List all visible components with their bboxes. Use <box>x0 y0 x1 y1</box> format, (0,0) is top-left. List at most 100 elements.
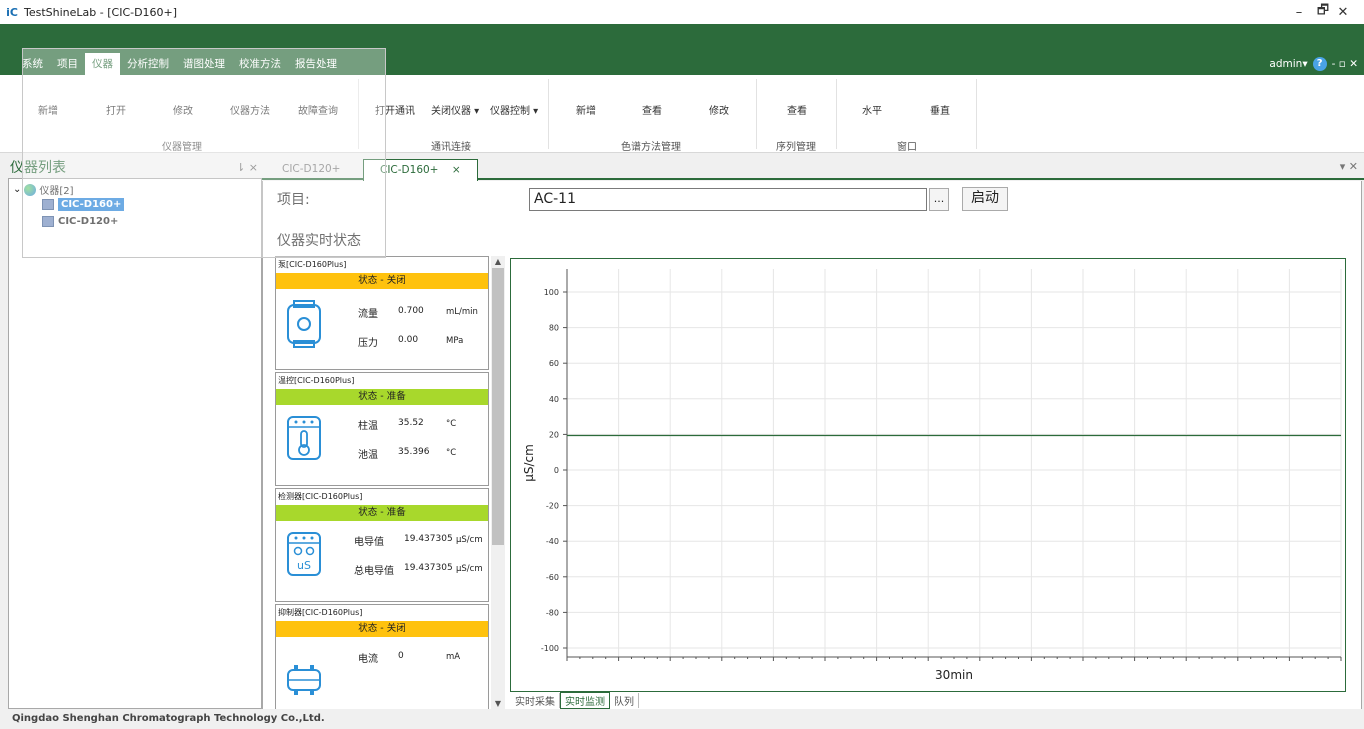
group-window: 窗口 <box>897 142 917 153</box>
close-button[interactable]: ✕ <box>1324 0 1362 24</box>
menu-tabs: 系统 项目 仪器 分析控制 谱图处理 校准方法 报告处理 <box>0 53 344 75</box>
title-bar: iC TestShineLab - [CIC-D160+] <box>0 0 1364 24</box>
row-label: 流量 <box>358 309 378 320</box>
y-tick-label: 100 <box>544 288 559 297</box>
row-value: 35.396 <box>398 447 430 457</box>
y-tick-label: -40 <box>546 537 559 546</box>
card-title: 温控[CIC-D160Plus] <box>278 376 355 385</box>
user-name: admin <box>1269 58 1303 70</box>
panel-header: 仪器列表 ⇂ × <box>8 156 262 178</box>
tab-instrument[interactable]: 仪器 <box>85 53 120 75</box>
fault-query-button[interactable]: 故障查询 <box>298 102 338 117</box>
tab-cic-d160[interactable]: CIC-D160+ × <box>363 159 478 181</box>
y-tick-label: -60 <box>546 573 559 582</box>
chevron-down-icon[interactable]: ⌄ <box>13 184 21 195</box>
thermometer-icon <box>287 416 321 460</box>
document-panel-controls[interactable]: ▾ ✕ <box>1340 160 1358 173</box>
row-label: 电导值 <box>354 537 384 548</box>
tree-item-cic-d160[interactable]: CIC-D160+ <box>42 198 125 211</box>
view-sequence-button[interactable]: 查看 <box>787 102 807 117</box>
y-tick-label: 20 <box>549 430 559 439</box>
instrument-view: 项目: AC-11 ... 启动 仪器实时状态 泵[CIC-D160Plus] … <box>262 181 1362 710</box>
tree-root[interactable]: ⌄ 仪器[2] <box>13 182 74 197</box>
user-area: admin▾ ? - ▫ ✕ <box>1269 53 1358 75</box>
status-bar: Qingdao Shenghan Chromatograph Technolog… <box>0 709 1364 729</box>
add-method-button[interactable]: 新增 <box>576 102 596 117</box>
group-chromatography-method: 色谱方法管理 <box>621 142 681 153</box>
tab-system[interactable]: 系统 <box>0 53 50 75</box>
row-unit: °C <box>446 419 457 429</box>
row-label: 总电导值 <box>354 566 394 577</box>
suppressor-icon <box>287 665 321 695</box>
document-tabs: CIC-D120+ CIC-D160+ × ▾ ✕ <box>262 156 1364 181</box>
group-sequence: 序列管理 <box>776 142 816 153</box>
scroll-up-icon[interactable]: ▲ <box>491 256 505 268</box>
scrollbar-thumb[interactable] <box>492 268 504 545</box>
instrument-icon <box>42 216 54 227</box>
tree-root-label: 仪器[2] <box>39 186 74 197</box>
tree-item-cic-d120[interactable]: CIC-D120+ <box>42 216 118 227</box>
tile-vertical-button[interactable]: 垂直 <box>930 102 950 117</box>
row-unit: °C <box>446 448 457 458</box>
help-icon[interactable]: ? <box>1312 57 1327 71</box>
open-connection-button[interactable]: 打开通讯 <box>375 102 415 117</box>
panel-pin-close[interactable]: ⇂ × <box>236 161 262 174</box>
status-badge: 状态 - 关闭 <box>276 273 488 289</box>
instrument-control-dropdown[interactable]: 仪器控制 ▾ <box>490 102 538 117</box>
close-tab-icon[interactable]: × <box>452 164 461 176</box>
status-badge: 状态 - 关闭 <box>276 621 488 637</box>
edit-method-button[interactable]: 修改 <box>709 102 729 117</box>
view-method-button[interactable]: 查看 <box>642 102 662 117</box>
row-value: 19.437305 <box>404 534 453 544</box>
tree-item-label: CIC-D160+ <box>58 198 125 211</box>
card-title: 泵[CIC-D160Plus] <box>278 260 347 269</box>
card-title: 抑制器[CIC-D160Plus] <box>278 608 363 617</box>
tab-cic-d120[interactable]: CIC-D120+ <box>266 159 356 181</box>
y-tick-label: 0 <box>554 466 559 475</box>
y-tick-label: -20 <box>546 502 559 511</box>
close-instrument-dropdown[interactable]: 关闭仪器 ▾ <box>431 102 479 117</box>
edit-instrument-button[interactable]: 修改 <box>173 102 193 117</box>
project-input[interactable]: AC-11 <box>529 188 927 211</box>
instrument-list-panel: 仪器列表 ⇂ × ⌄ 仪器[2] CIC-D160+ CIC-D120+ <box>8 156 262 709</box>
y-tick-label: 60 <box>549 359 559 368</box>
tab-label: CIC-D120+ <box>282 163 341 175</box>
detector-icon-label: uS <box>297 559 311 572</box>
row-value: 19.437305 <box>404 563 453 573</box>
y-tick-label: 80 <box>549 324 559 333</box>
cards-scrollbar[interactable]: ▲ ▼ <box>491 256 505 710</box>
tab-analysis-control[interactable]: 分析控制 <box>120 53 176 75</box>
y-tick-label: -100 <box>541 644 559 653</box>
ribbon-divider <box>976 79 977 149</box>
tile-horizontal-button[interactable]: 水平 <box>862 102 882 117</box>
row-unit: mA <box>446 652 461 662</box>
browse-button[interactable]: ... <box>929 188 949 211</box>
pump-icon <box>287 300 321 348</box>
instrument-method-button[interactable]: 仪器方法 <box>230 102 270 117</box>
chevron-down-icon: ▾ <box>1302 58 1308 70</box>
status-cards: 泵[CIC-D160Plus] 状态 - 关闭 流量 0.700 mL/min … <box>275 256 491 710</box>
tab-realtime-monitor[interactable]: 实时监测 <box>560 692 610 709</box>
row-unit: μS/cm <box>456 535 483 545</box>
ribbon: 新增 打开 修改 仪器方法 故障查询 仪器管理 打开通讯 关闭仪器 ▾ 仪器控制… <box>0 75 1364 153</box>
add-instrument-button[interactable]: 新增 <box>38 102 58 117</box>
user-menu[interactable]: admin▾ <box>1269 58 1307 70</box>
ribbon-divider <box>358 79 359 149</box>
row-value: 0.00 <box>398 335 419 345</box>
pump-card: 泵[CIC-D160Plus] 状态 - 关闭 流量 0.700 mL/min … <box>275 256 489 370</box>
open-instrument-button[interactable]: 打开 <box>106 102 126 117</box>
tab-calibration[interactable]: 校准方法 <box>232 53 288 75</box>
window-title: TestShineLab - [CIC-D160+] <box>24 5 178 19</box>
tab-spectrum-processing[interactable]: 谱图处理 <box>176 53 232 75</box>
ribbon-divider <box>756 79 757 149</box>
tab-realtime-acquisition[interactable]: 实时采集 <box>511 693 560 708</box>
tab-project[interactable]: 项目 <box>50 53 85 75</box>
start-button[interactable]: 启动 <box>962 187 1008 211</box>
row-unit: mL/min <box>446 307 478 317</box>
mdi-controls[interactable]: - ▫ ✕ <box>1332 58 1358 70</box>
tab-queue[interactable]: 队列 <box>610 693 639 708</box>
instrument-tree: ⌄ 仪器[2] CIC-D160+ CIC-D120+ <box>8 178 262 709</box>
row-value: 35.52 <box>398 418 424 428</box>
detector-card: 检测器[CIC-D160Plus] 状态 - 准备 uS 电导值 19.4373… <box>275 488 489 602</box>
tab-report[interactable]: 报告处理 <box>288 53 344 75</box>
